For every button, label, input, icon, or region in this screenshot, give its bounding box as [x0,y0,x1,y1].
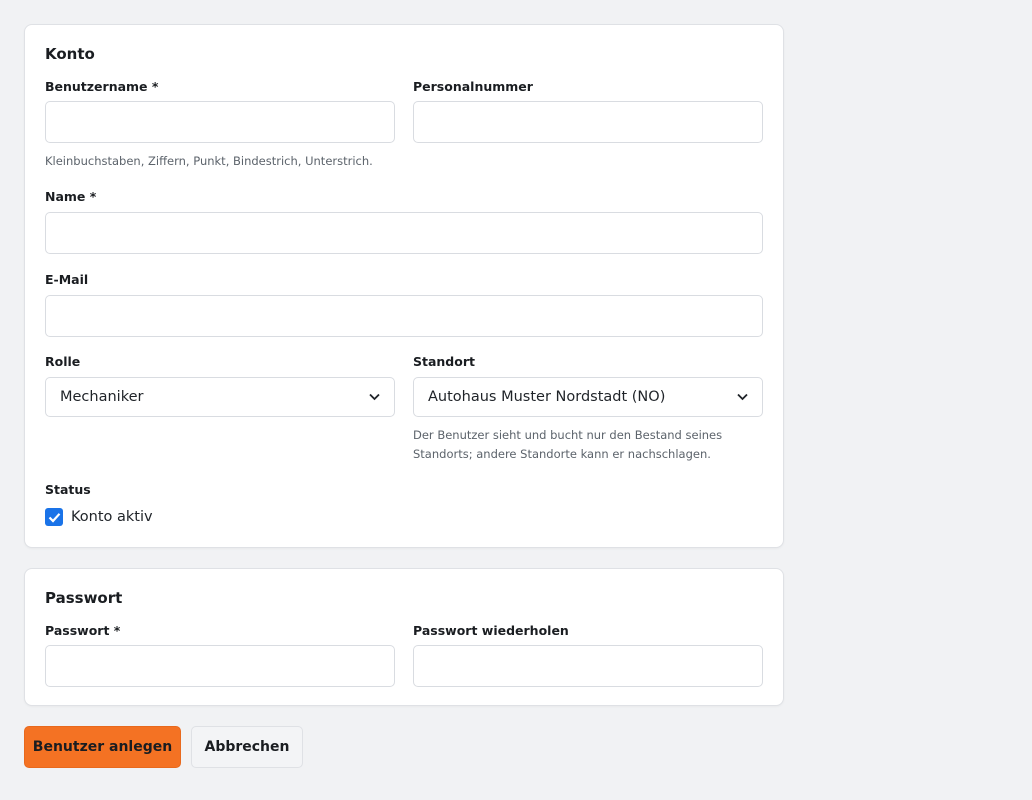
location-label: Standort [413,354,475,369]
cancel-button[interactable]: Abbrechen [191,726,303,768]
location-help-line1: Der Benutzer sieht und bucht nur den Bes… [413,428,723,442]
password-input[interactable] [45,645,395,687]
personnel-number-label: Personalnummer [413,79,533,94]
location-select[interactable]: Autohaus Muster Nordstadt (NO) [413,377,763,417]
username-input[interactable] [45,101,395,143]
page: Konto Benutzername * Kleinbuchstaben, Zi… [0,0,1032,800]
password-label: Passwort * [45,623,121,638]
role-select[interactable]: Mechaniker [45,377,395,417]
password-repeat-input[interactable] [413,645,763,687]
username-help: Kleinbuchstaben, Ziffern, Punkt, Bindest… [45,154,373,168]
chevron-down-icon [368,391,380,403]
passwort-title: Passwort [45,589,123,607]
active-checkbox[interactable] [45,508,63,526]
create-user-button[interactable]: Benutzer anlegen [24,726,181,768]
check-icon [48,512,60,523]
email-input[interactable] [45,295,763,337]
role-select-value: Mechaniker [60,389,144,405]
password-repeat-label: Passwort wiederholen [413,623,569,638]
active-checkbox-label: Konto aktiv [71,509,153,525]
location-select-value: Autohaus Muster Nordstadt (NO) [428,389,666,405]
konto-card: Konto Benutzername * Kleinbuchstaben, Zi… [24,24,784,548]
username-label: Benutzername * [45,79,159,94]
name-label: Name * [45,189,97,204]
chevron-down-icon [736,391,748,403]
konto-title: Konto [45,45,95,63]
email-label: E-Mail [45,272,89,287]
passwort-card: Passwort Passwort * Passwort wiederholen [24,568,784,706]
status-label: Status [45,482,91,497]
personnel-number-input[interactable] [413,101,763,143]
role-label: Rolle [45,354,81,369]
active-checkbox-row[interactable]: Konto aktiv [45,508,153,526]
location-help-line2: Standorts; andere Standorte kann er nach… [413,447,711,461]
name-input[interactable] [45,212,763,254]
location-help: Der Benutzer sieht und bucht nur den Bes… [413,426,722,464]
